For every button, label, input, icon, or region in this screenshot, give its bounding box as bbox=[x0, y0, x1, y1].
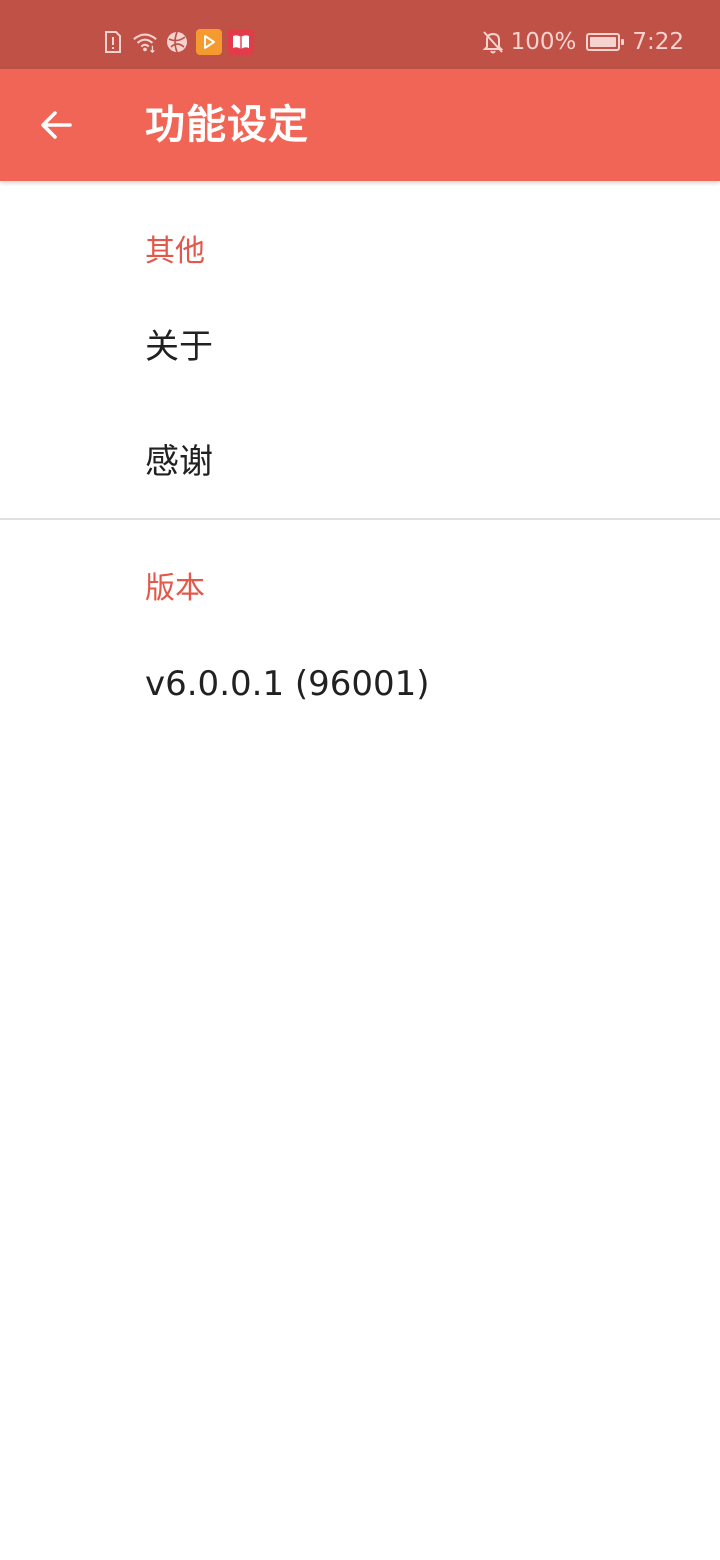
battery-fill bbox=[590, 37, 617, 47]
reader-app-icon bbox=[228, 29, 254, 55]
pref-item-label: 关于 bbox=[145, 327, 213, 367]
section-divider bbox=[0, 518, 720, 520]
sim-alert-icon bbox=[100, 29, 126, 55]
wifi-icon bbox=[132, 29, 158, 55]
pref-item-version[interactable]: v6.0.0.1 (96001) bbox=[0, 629, 720, 739]
version-label: v6.0.0.1 (96001) bbox=[145, 664, 430, 704]
section-header-version: 版本 bbox=[145, 571, 205, 606]
page-title: 功能设定 bbox=[145, 102, 309, 148]
back-button[interactable] bbox=[28, 99, 84, 151]
status-time: 7:22 bbox=[632, 29, 684, 55]
pref-item-label: 感谢 bbox=[145, 442, 213, 482]
play-app-icon bbox=[196, 29, 222, 55]
globe-icon bbox=[164, 29, 190, 55]
battery-percentage: 100% bbox=[510, 29, 577, 55]
battery-icon bbox=[586, 33, 625, 51]
section-header-other: 其他 bbox=[145, 234, 205, 269]
pref-item-about[interactable]: 关于 bbox=[0, 292, 720, 402]
bell-off-icon bbox=[481, 29, 505, 55]
status-bar: 100% 7:22 bbox=[0, 0, 720, 69]
app-toolbar: 功能设定 bbox=[0, 69, 720, 181]
arrow-back-icon bbox=[41, 111, 72, 139]
pref-item-thanks[interactable]: 感谢 bbox=[0, 407, 720, 517]
status-right-group: 100% 7:22 bbox=[481, 26, 684, 58]
status-notification-icons bbox=[100, 28, 254, 56]
